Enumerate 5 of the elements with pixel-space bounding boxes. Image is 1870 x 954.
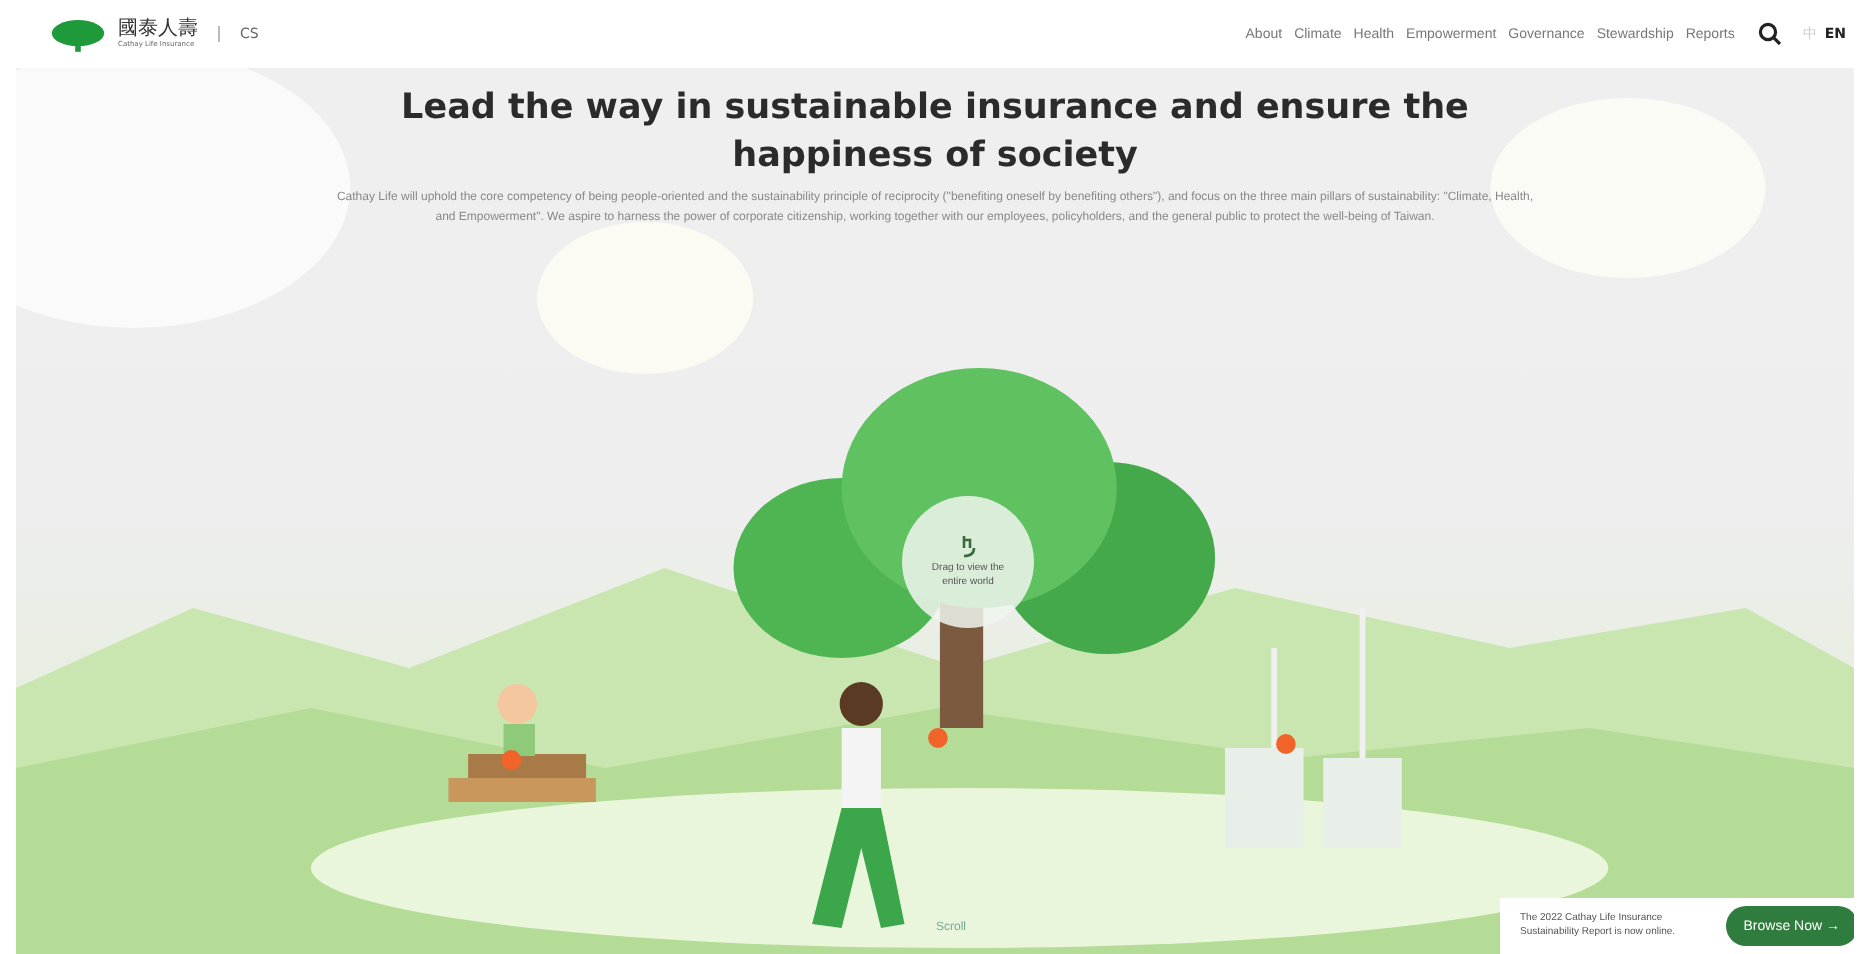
logo-name[interactable]: 國泰人壽 [118, 19, 198, 40]
landscape-drawing[interactable] [16, 68, 1854, 954]
tree-logo-icon[interactable] [50, 17, 106, 51]
hero-title: Lead the way in sustainable insurance and ensure the happiness of society [399, 86, 1471, 180]
search-icon[interactable] [1758, 22, 1783, 46]
